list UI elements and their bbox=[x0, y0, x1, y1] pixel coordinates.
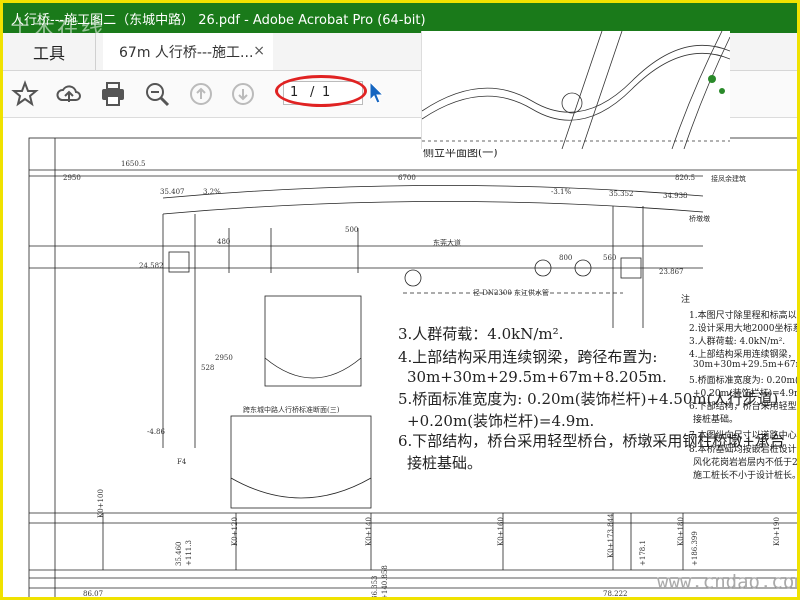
pipe-label: 径 DN2300 东江供水管 bbox=[473, 289, 550, 297]
bottom-value: 78.222 bbox=[603, 590, 628, 598]
note-line: +0.20m(装饰栏杆)=4.9m. bbox=[407, 412, 595, 430]
right-note: 接桩基础。 bbox=[693, 415, 739, 425]
bottom-value: +111.3 bbox=[185, 540, 193, 566]
slope-label: -3.1% bbox=[551, 188, 572, 196]
station-label: K0+180 bbox=[677, 517, 685, 546]
road-label: 东莞大道 bbox=[433, 239, 461, 247]
bottom-value: +140.858 bbox=[381, 565, 389, 600]
vertical-dim: 2950 bbox=[215, 354, 233, 362]
watermark-bottom: www.cndao.com bbox=[657, 571, 800, 593]
note-line: 30m+30m+29.5m+67m+8.205m. bbox=[407, 368, 667, 386]
right-note: 3.人群荷载: 4.0kN/m². bbox=[689, 337, 786, 347]
vertical-dim: 500 bbox=[345, 226, 359, 234]
road-label: 接凤余建筑 bbox=[711, 175, 746, 183]
right-note: 7.本图纵向尺寸以道路中心线为 bbox=[689, 431, 797, 441]
vertical-dim: 480 bbox=[217, 238, 231, 246]
elevation-label: 35.407 bbox=[160, 188, 185, 196]
station-label: K0+100 bbox=[97, 489, 105, 518]
note-line: 接桩基础。 bbox=[407, 454, 483, 472]
slope-label: 3.2% bbox=[203, 188, 221, 196]
star-icon[interactable] bbox=[11, 80, 39, 108]
vertical-dim: 528 bbox=[201, 364, 215, 372]
cloud-upload-icon[interactable] bbox=[55, 80, 83, 108]
close-icon[interactable]: × bbox=[253, 43, 265, 59]
right-note: 4.上部结构采用连续钢梁，跨径布 bbox=[689, 350, 797, 360]
right-note: 5.桥面标准宽度为: 0.20m(装饰栏 bbox=[689, 376, 799, 386]
bottom-value: +178.1 bbox=[639, 540, 647, 566]
road-label: 桥墩墩 bbox=[689, 215, 710, 223]
site-plan-inset bbox=[421, 31, 730, 149]
note-line: 4.上部结构采用连续钢梁，跨径布置为: bbox=[398, 348, 658, 366]
ground-label: F4 bbox=[177, 458, 187, 466]
elevation-label: -4.86 bbox=[147, 428, 165, 436]
bottom-value: 36.353 bbox=[371, 575, 379, 600]
right-note: 2.设计采用大地2000坐标系统，黄 bbox=[689, 324, 800, 334]
elevation-label: 23.867 bbox=[659, 268, 684, 276]
right-note: 1.本图尺寸除里程和标高以米计外 bbox=[689, 311, 797, 321]
right-note: +0.20m(装饰栏杆)=4.9m. bbox=[693, 389, 800, 399]
page-up-icon[interactable] bbox=[187, 80, 215, 108]
right-note: 风化花岗岩岩层内不低于2d（d为 bbox=[693, 458, 798, 468]
right-note: 8.本桥基础均按嵌岩桩设计，施工 bbox=[689, 445, 797, 455]
zoom-search-icon[interactable] bbox=[143, 80, 171, 108]
tab-tools[interactable]: 工具 bbox=[3, 33, 96, 70]
elevation-label: 24.582 bbox=[139, 262, 164, 270]
dim-label: 820.5 bbox=[675, 174, 696, 182]
select-cursor-icon[interactable] bbox=[369, 80, 385, 109]
page-down-icon[interactable] bbox=[229, 80, 257, 108]
right-note: 30m+30m+29.5m+67m+8.205m. bbox=[693, 360, 797, 370]
section-title: 跨东城中路人行桥标准断面(三) bbox=[243, 406, 340, 414]
highlight-ring bbox=[275, 75, 367, 107]
dim-label: 1650.5 bbox=[121, 160, 146, 168]
bottom-value: 86.07 bbox=[83, 590, 104, 598]
vertical-dim: 800 bbox=[559, 254, 573, 262]
station-label: K0+120 bbox=[231, 517, 239, 546]
station-label: K0+140 bbox=[365, 517, 373, 546]
station-label: K0+190 bbox=[773, 517, 781, 546]
right-note: 施工桩长不小于设计桩长。 bbox=[693, 471, 800, 481]
station-label: K0+160 bbox=[497, 517, 505, 546]
right-notes-title: 注 bbox=[681, 295, 691, 305]
document-canvas: 1650.5 2950 6700 820.5 35.407 35.352 34.… bbox=[3, 118, 800, 600]
title-bar: 人行桥---施工图二（东城中路） 26.pdf - Adobe Acrobat … bbox=[3, 3, 797, 42]
note-line: 3.人群荷载：4.0kN/m². bbox=[398, 325, 564, 343]
dim-label: 6700 bbox=[398, 174, 416, 182]
tab-document-label: 67m 人行桥---施工... bbox=[119, 44, 254, 61]
right-note: 6.下部结构，桥台采用轻型桥台， bbox=[689, 402, 797, 412]
screenshot-frame: 人行桥---施工图二（东城中路） 26.pdf - Adobe Acrobat … bbox=[0, 0, 800, 600]
dim-label: 2950 bbox=[63, 174, 81, 182]
bottom-value: 35.460 bbox=[175, 541, 183, 567]
vertical-dim: 560 bbox=[603, 254, 617, 262]
elevation-label: 34.938 bbox=[663, 192, 688, 200]
tab-document[interactable]: 67m 人行桥---施工... × bbox=[103, 33, 273, 70]
print-icon[interactable] bbox=[99, 80, 127, 108]
site-plan-drawing bbox=[422, 31, 730, 149]
bottom-value: +186.399 bbox=[691, 531, 699, 566]
elevation-label: 35.352 bbox=[609, 190, 634, 198]
station-label: K0+173.844 bbox=[607, 513, 615, 559]
